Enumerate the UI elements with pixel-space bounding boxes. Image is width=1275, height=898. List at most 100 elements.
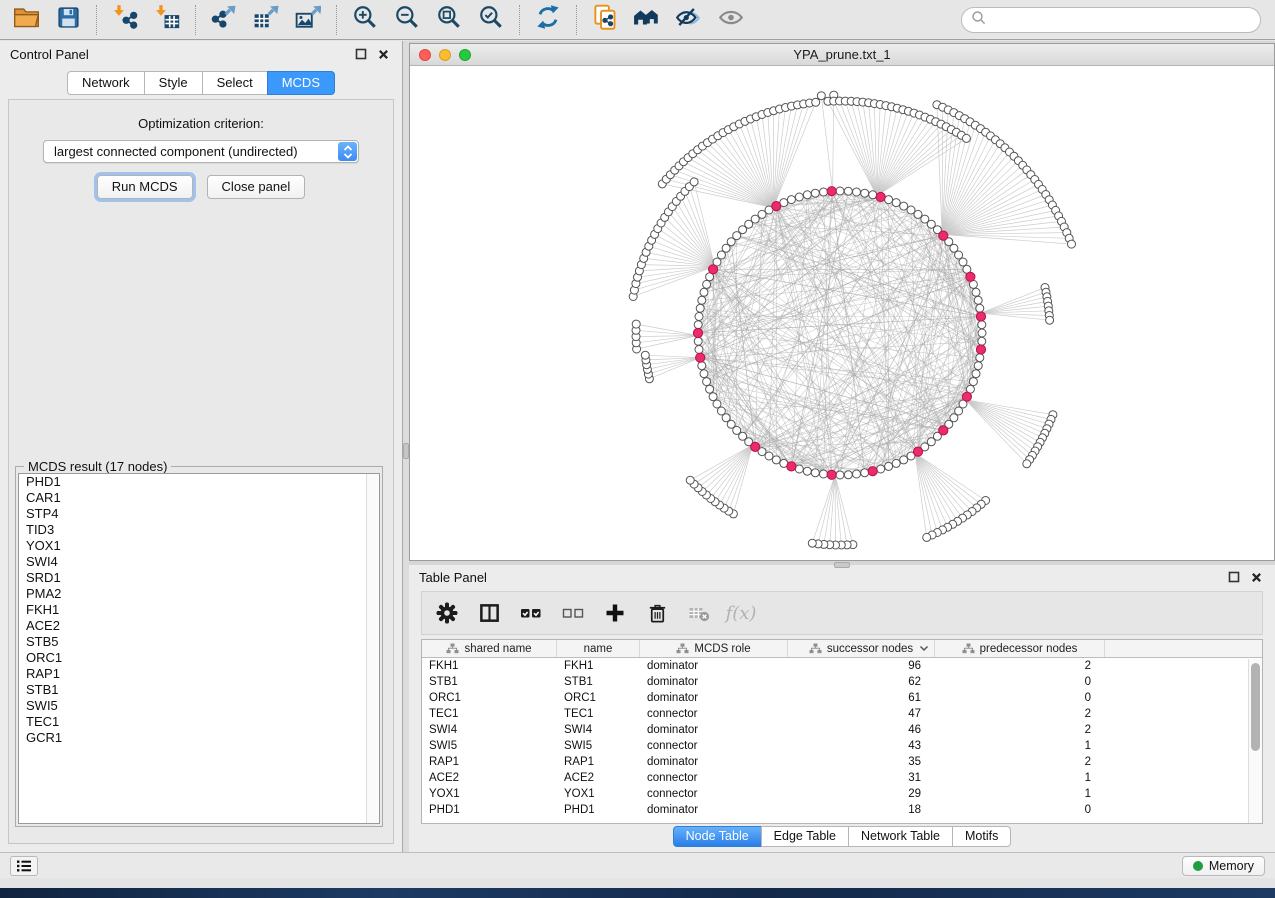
cell-shared-name[interactable]: STB1 bbox=[422, 674, 557, 690]
zoom-fit-button[interactable] bbox=[431, 4, 467, 36]
mcds-result-item[interactable]: YOX1 bbox=[19, 538, 379, 554]
cell-successor-nodes[interactable]: 31 bbox=[788, 770, 935, 786]
table-row[interactable]: TEC1TEC1connector472 bbox=[422, 706, 1262, 722]
cell-shared-name[interactable]: PHD1 bbox=[422, 802, 557, 818]
run-mcds-button[interactable]: Run MCDS bbox=[97, 175, 193, 199]
cell-mcds-role[interactable]: connector bbox=[640, 786, 788, 802]
float-panel-icon[interactable] bbox=[1225, 568, 1243, 586]
table-row[interactable]: FKH1FKH1dominator962 bbox=[422, 658, 1262, 674]
mcds-result-item[interactable]: SWI4 bbox=[19, 554, 379, 570]
cell-shared-name[interactable]: TEC1 bbox=[422, 706, 557, 722]
cell-predecessor-nodes[interactable]: 1 bbox=[935, 770, 1105, 786]
cell-mcds-role[interactable]: connector bbox=[640, 738, 788, 754]
column-header-name[interactable]: name bbox=[557, 640, 640, 657]
refresh-view-button[interactable] bbox=[530, 4, 566, 36]
duplicate-network-button[interactable] bbox=[587, 4, 623, 36]
import-table-button[interactable] bbox=[149, 4, 185, 36]
cell-shared-name[interactable]: ORC1 bbox=[422, 690, 557, 706]
mcds-list-scrollbar[interactable] bbox=[366, 474, 379, 823]
mcds-result-item[interactable]: TEC1 bbox=[19, 714, 379, 730]
open-session-button[interactable] bbox=[8, 4, 44, 36]
mcds-result-item[interactable]: STB5 bbox=[19, 634, 379, 650]
zoom-out-button[interactable] bbox=[389, 4, 425, 36]
cell-mcds-role[interactable]: connector bbox=[640, 706, 788, 722]
cell-successor-nodes[interactable]: 47 bbox=[788, 706, 935, 722]
mcds-result-item[interactable]: ORC1 bbox=[19, 650, 379, 666]
cell-shared-name[interactable]: SWI4 bbox=[422, 722, 557, 738]
cell-successor-nodes[interactable]: 43 bbox=[788, 738, 935, 754]
cell-mcds-role[interactable]: dominator bbox=[640, 722, 788, 738]
cell-name[interactable]: SWI5 bbox=[557, 738, 640, 754]
cell-mcds-role[interactable]: dominator bbox=[640, 690, 788, 706]
cell-predecessor-nodes[interactable]: 2 bbox=[935, 722, 1105, 738]
select-all-columns-icon[interactable] bbox=[518, 600, 544, 626]
column-header-shared-name[interactable]: shared name bbox=[422, 640, 557, 657]
table-row[interactable]: SWI5SWI5connector431 bbox=[422, 738, 1262, 754]
cell-shared-name[interactable]: FKH1 bbox=[422, 658, 557, 674]
cell-predecessor-nodes[interactable]: 0 bbox=[935, 802, 1105, 818]
column-header-successor-nodes[interactable]: successor nodes bbox=[788, 640, 935, 657]
tab-mcds[interactable]: MCDS bbox=[267, 71, 335, 95]
mcds-result-item[interactable]: SWI5 bbox=[19, 698, 379, 714]
column-header-mcds-role[interactable]: MCDS role bbox=[640, 640, 788, 657]
scrollbar-thumb[interactable] bbox=[1251, 663, 1260, 751]
search-field[interactable] bbox=[987, 10, 1260, 30]
close-window-icon[interactable] bbox=[419, 49, 431, 61]
table-row[interactable]: PHD1PHD1dominator180 bbox=[422, 802, 1262, 818]
task-history-button[interactable] bbox=[10, 856, 38, 876]
cell-mcds-role[interactable]: dominator bbox=[640, 802, 788, 818]
mcds-result-item[interactable]: GCR1 bbox=[19, 730, 379, 746]
tab-select[interactable]: Select bbox=[202, 71, 268, 95]
cell-successor-nodes[interactable]: 61 bbox=[788, 690, 935, 706]
cell-successor-nodes[interactable]: 46 bbox=[788, 722, 935, 738]
tab-style[interactable]: Style bbox=[144, 71, 203, 95]
maximize-window-icon[interactable] bbox=[459, 49, 471, 61]
tab-network-table[interactable]: Network Table bbox=[848, 826, 953, 847]
table-row[interactable]: RAP1RAP1dominator352 bbox=[422, 754, 1262, 770]
cell-shared-name[interactable]: RAP1 bbox=[422, 754, 557, 770]
add-column-icon[interactable] bbox=[602, 600, 628, 626]
network-window-titlebar[interactable]: YPA_prune.txt_1 bbox=[410, 44, 1274, 66]
cell-successor-nodes[interactable]: 35 bbox=[788, 754, 935, 770]
export-image-button[interactable] bbox=[290, 4, 326, 36]
import-network-button[interactable] bbox=[107, 4, 143, 36]
search-input[interactable] bbox=[961, 7, 1261, 33]
cell-name[interactable]: STB1 bbox=[557, 674, 640, 690]
cell-name[interactable]: FKH1 bbox=[557, 658, 640, 674]
close-panel-icon[interactable] bbox=[374, 45, 392, 63]
network-canvas[interactable] bbox=[410, 67, 1274, 560]
table-row[interactable]: ACE2ACE2connector311 bbox=[422, 770, 1262, 786]
mcds-result-item[interactable]: PHD1 bbox=[19, 474, 379, 490]
cell-name[interactable]: PHD1 bbox=[557, 802, 640, 818]
horizontal-splitter-handle[interactable] bbox=[834, 562, 850, 568]
table-vertical-scrollbar[interactable] bbox=[1248, 659, 1262, 823]
save-session-button[interactable] bbox=[50, 4, 86, 36]
cell-predecessor-nodes[interactable]: 1 bbox=[935, 786, 1105, 802]
cell-shared-name[interactable]: SWI5 bbox=[422, 738, 557, 754]
cell-mcds-role[interactable]: dominator bbox=[640, 658, 788, 674]
cell-successor-nodes[interactable]: 96 bbox=[788, 658, 935, 674]
cell-shared-name[interactable]: YOX1 bbox=[422, 786, 557, 802]
cell-successor-nodes[interactable]: 29 bbox=[788, 786, 935, 802]
column-view-icon[interactable] bbox=[476, 600, 502, 626]
cell-mcds-role[interactable]: dominator bbox=[640, 674, 788, 690]
show-all-button[interactable] bbox=[713, 4, 749, 36]
table-row[interactable]: YOX1YOX1connector291 bbox=[422, 786, 1262, 802]
cell-mcds-role[interactable]: dominator bbox=[640, 754, 788, 770]
hide-selected-button[interactable] bbox=[671, 4, 707, 36]
export-table-button[interactable] bbox=[248, 4, 284, 36]
table-row[interactable]: STB1STB1dominator620 bbox=[422, 674, 1262, 690]
memory-button[interactable]: Memory bbox=[1182, 856, 1265, 876]
cell-name[interactable]: ACE2 bbox=[557, 770, 640, 786]
cell-name[interactable]: ORC1 bbox=[557, 690, 640, 706]
mcds-result-item[interactable]: CAR1 bbox=[19, 490, 379, 506]
cell-successor-nodes[interactable]: 18 bbox=[788, 802, 935, 818]
mcds-result-item[interactable]: TID3 bbox=[19, 522, 379, 538]
tab-motifs[interactable]: Motifs bbox=[952, 826, 1011, 847]
settings-gear-icon[interactable] bbox=[434, 600, 460, 626]
cell-mcds-role[interactable]: connector bbox=[640, 770, 788, 786]
cell-name[interactable]: YOX1 bbox=[557, 786, 640, 802]
mcds-result-item[interactable]: STP4 bbox=[19, 506, 379, 522]
cell-shared-name[interactable]: ACE2 bbox=[422, 770, 557, 786]
tab-network[interactable]: Network bbox=[67, 71, 145, 95]
